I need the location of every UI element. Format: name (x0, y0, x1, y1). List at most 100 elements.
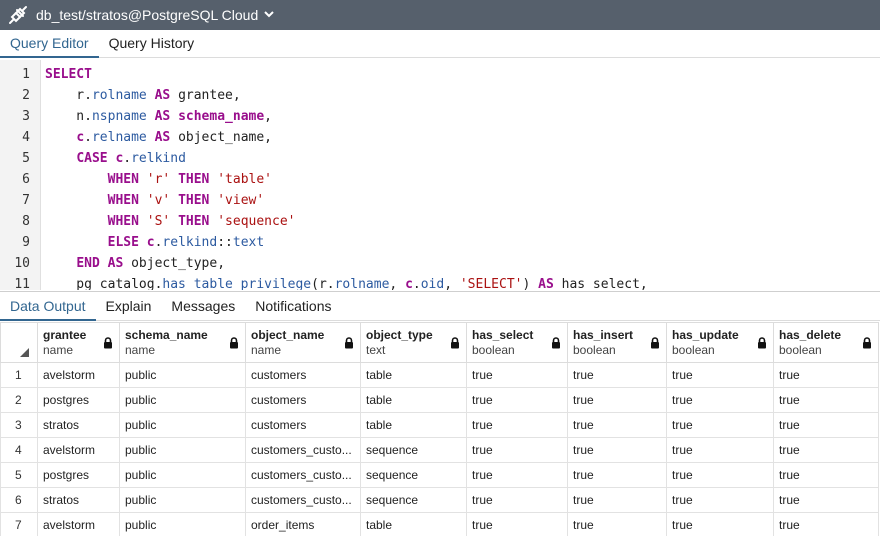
table-cell[interactable]: public (119, 487, 246, 513)
table-cell[interactable]: true (466, 512, 568, 536)
table-cell[interactable]: public (119, 387, 246, 413)
table-cell[interactable]: true (773, 462, 879, 488)
table-cell[interactable]: sequence (360, 437, 467, 463)
table-cell[interactable]: true (666, 362, 774, 388)
table-cell[interactable]: true (773, 487, 879, 513)
table-cell[interactable]: true (466, 387, 568, 413)
table-row[interactable]: 3 stratos public customers table true true true… (0, 412, 879, 438)
table-cell[interactable]: true (567, 462, 667, 488)
table-cell[interactable]: true (466, 362, 568, 388)
table-cell[interactable]: true (567, 362, 667, 388)
code-line[interactable]: 6 WHEN 'r' THEN 'table' (0, 169, 272, 190)
row-number[interactable]: 3 (0, 412, 38, 438)
table-cell[interactable]: customers (245, 387, 361, 413)
table-cell[interactable]: true (567, 487, 667, 513)
table-cell[interactable]: true (773, 362, 879, 388)
table-cell[interactable]: avelstorm (37, 437, 120, 463)
table-cell[interactable]: table (360, 362, 467, 388)
table-cell[interactable]: sequence (360, 462, 467, 488)
table-cell[interactable]: true (666, 487, 774, 513)
code-line[interactable]: 2 r.rolname AS grantee, (0, 85, 241, 106)
table-cell[interactable]: stratos (37, 412, 120, 438)
table-cell[interactable]: true (666, 462, 774, 488)
code-line[interactable]: 1 SELECT (0, 64, 92, 85)
code-line[interactable]: 9 ELSE c.relkind::text (0, 232, 264, 253)
table-cell[interactable]: true (773, 512, 879, 536)
column-header-grantee[interactable]: grantee name (37, 322, 120, 363)
table-cell[interactable]: customers_custo... (245, 487, 361, 513)
tab-messages[interactable]: Messages (161, 292, 245, 321)
table-cell[interactable]: true (466, 437, 568, 463)
row-number[interactable]: 5 (0, 462, 38, 488)
column-header-has-delete[interactable]: has_delete boolean (773, 322, 879, 363)
table-cell[interactable]: table (360, 512, 467, 536)
table-cell[interactable]: order_items (245, 512, 361, 536)
code-line[interactable]: 5 CASE c.relkind (0, 148, 186, 169)
table-cell[interactable]: true (567, 412, 667, 438)
table-cell[interactable]: public (119, 412, 246, 438)
code-line[interactable]: 10 END AS object_type, (0, 253, 225, 274)
table-cell[interactable]: true (567, 387, 667, 413)
table-cell[interactable]: table (360, 412, 467, 438)
tab-notifications[interactable]: Notifications (245, 292, 341, 321)
table-cell[interactable]: customers (245, 362, 361, 388)
column-header-has-insert[interactable]: has_insert boolean (567, 322, 667, 363)
table-cell[interactable]: stratos (37, 487, 120, 513)
code-line[interactable]: 4 c.relname AS object_name, (0, 127, 272, 148)
table-cell[interactable]: true (466, 412, 568, 438)
table-row[interactable]: 2 postgres public customers table true true tru… (0, 387, 879, 413)
table-cell[interactable]: public (119, 362, 246, 388)
table-cell[interactable]: true (666, 387, 774, 413)
table-cell[interactable]: true (666, 512, 774, 536)
code-line[interactable]: 7 WHEN 'v' THEN 'view' (0, 190, 264, 211)
table-row[interactable]: 1 avelstorm public customers table true true tr… (0, 362, 879, 388)
tab-query-history[interactable]: Query History (99, 30, 205, 58)
tab-query-editor[interactable]: Query Editor (0, 30, 99, 58)
table-cell[interactable]: public (119, 437, 246, 463)
row-number[interactable]: 4 (0, 437, 38, 463)
table-cell[interactable]: customers_custo... (245, 462, 361, 488)
tab-data-output[interactable]: Data Output (0, 292, 96, 321)
table-cell[interactable]: true (666, 437, 774, 463)
table-cell[interactable]: true (773, 387, 879, 413)
column-header-has-select[interactable]: has_select boolean (466, 322, 568, 363)
table-cell[interactable]: public (119, 512, 246, 536)
table-cell[interactable]: avelstorm (37, 512, 120, 536)
column-header-object-name[interactable]: object_name name (245, 322, 361, 363)
row-number[interactable]: 1 (0, 362, 38, 388)
table-cell[interactable]: true (466, 487, 568, 513)
connection-selector[interactable]: db_test/stratos@PostgreSQL Cloud (36, 7, 274, 23)
table-cell[interactable]: true (466, 462, 568, 488)
table-cell[interactable]: true (773, 412, 879, 438)
row-number[interactable]: 2 (0, 387, 38, 413)
table-cell[interactable]: true (567, 437, 667, 463)
tab-explain[interactable]: Explain (96, 292, 162, 321)
table-cell[interactable]: true (567, 512, 667, 536)
table-cell[interactable]: postgres (37, 462, 120, 488)
sql-editor[interactable]: 1 SELECT 2 r.rolname AS grantee, 3 n.nspnam… (0, 60, 880, 290)
table-cell[interactable]: avelstorm (37, 362, 120, 388)
column-header-has-update[interactable]: has_update boolean (666, 322, 774, 363)
row-number-header[interactable] (0, 322, 38, 363)
table-cell[interactable]: postgres (37, 387, 120, 413)
row-number[interactable]: 7 (0, 512, 38, 536)
code-line[interactable]: 3 n.nspname AS schema_name, (0, 106, 272, 127)
table-cell[interactable]: customers (245, 412, 361, 438)
table-row[interactable]: 7 avelstorm public order_items table true true… (0, 512, 879, 536)
column-header-object-type[interactable]: object_type text (360, 322, 467, 363)
table-cell[interactable]: public (119, 462, 246, 488)
column-header-schema-name[interactable]: schema_name name (119, 322, 246, 363)
plug-disconnected-icon[interactable] (0, 0, 36, 30)
table-cell[interactable]: customers_custo... (245, 437, 361, 463)
code-line[interactable]: 8 WHEN 'S' THEN 'sequence' (0, 211, 295, 232)
table-cell[interactable]: true (773, 437, 879, 463)
code-line[interactable]: 11 pg_catalog.has_table_privilege(r.roln… (0, 274, 647, 290)
table-cell[interactable]: true (666, 412, 774, 438)
table-cell[interactable]: table (360, 387, 467, 413)
table-row[interactable]: 5 postgres public customers_custo... sequenc… (0, 462, 879, 488)
table-cell[interactable]: sequence (360, 487, 467, 513)
table-row[interactable]: 4 avelstorm public customers_custo... sequen… (0, 437, 879, 463)
row-number[interactable]: 6 (0, 487, 38, 513)
table-row[interactable]: 6 stratos public customers_custo... sequence… (0, 487, 879, 513)
